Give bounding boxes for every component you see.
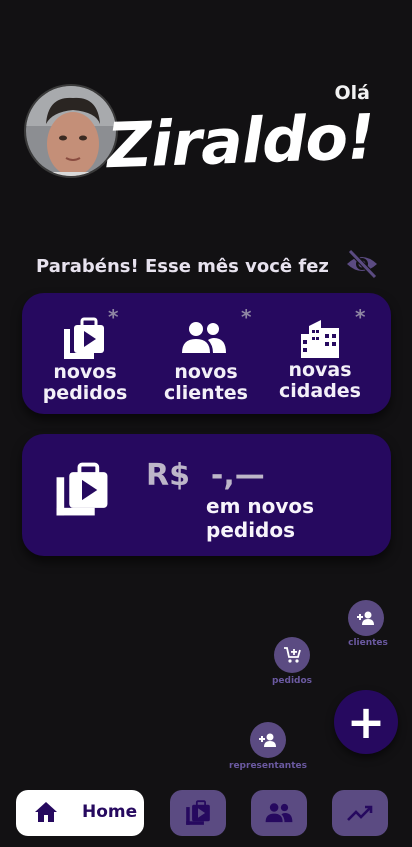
add-client-label: clientes (348, 638, 388, 648)
add-representative-label: representantes (229, 761, 307, 771)
nav-reports[interactable] (332, 790, 388, 836)
nav-clients[interactable] (251, 790, 307, 836)
stat-label-line2: pedidos (42, 382, 128, 404)
trending-up-icon (347, 805, 373, 821)
home-icon (35, 802, 57, 822)
person-add-icon (357, 611, 374, 625)
congrats-text: Parabéns! Esse mês você fez (36, 256, 329, 277)
orders-icon (56, 462, 108, 516)
stat-label-line2: cidades (279, 380, 361, 402)
avatar-photo (26, 86, 116, 176)
orders-value-caption: em novos pedidos (206, 494, 315, 542)
orders-value-card[interactable]: R$ -,— em novos pedidos (22, 434, 391, 556)
add-client-button[interactable] (348, 600, 384, 636)
stat-label-line1: novos (174, 361, 238, 383)
user-name: Ziraldo! (105, 100, 376, 183)
eye-off-icon[interactable] (344, 248, 380, 280)
stat-label-line1: novas (288, 359, 352, 381)
stat-mark: * (355, 305, 366, 329)
stat-mark: * (108, 305, 119, 329)
add-representative-button[interactable] (250, 722, 286, 758)
stat-label-line2: clientes (164, 382, 248, 404)
city-icon (301, 320, 339, 358)
people-icon (182, 322, 226, 353)
stat-new-clients[interactable]: * novos clientes (151, 293, 261, 414)
add-order-button[interactable] (274, 637, 310, 673)
orders-icon (64, 317, 104, 359)
avatar[interactable] (24, 84, 118, 178)
stat-mark: * (241, 305, 252, 329)
orders-icon (186, 800, 210, 825)
person-add-icon (259, 733, 276, 747)
nav-orders[interactable] (170, 790, 226, 836)
add-order-label: pedidos (271, 676, 313, 686)
people-icon (265, 803, 293, 823)
nav-home-label: Home (82, 802, 138, 822)
stat-label-line1: novos (53, 361, 117, 383)
add-fab-button[interactable]: + (334, 690, 398, 754)
stat-new-cities[interactable]: * novas cidades (265, 293, 375, 414)
cart-add-icon (284, 647, 301, 663)
orders-value: R$ -,— (146, 458, 265, 493)
monthly-stats-card: * novos pedidos * novos clientes * novas… (22, 293, 391, 414)
nav-home[interactable]: Home (16, 790, 144, 836)
stat-new-orders[interactable]: * novos pedidos (30, 293, 140, 414)
